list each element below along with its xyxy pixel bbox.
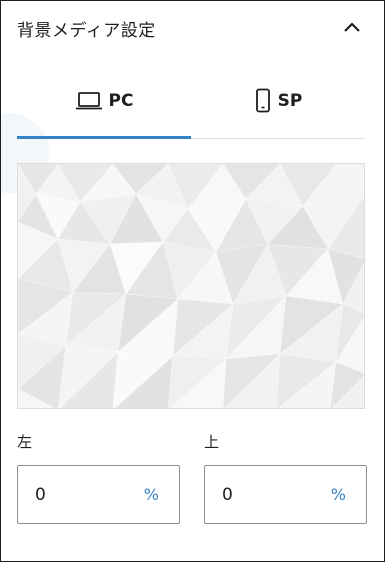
left-position-input[interactable] xyxy=(35,484,115,505)
top-position-label: 上 xyxy=(204,433,220,451)
tab-pc-label: PC xyxy=(108,90,134,111)
laptop-icon xyxy=(75,91,103,111)
panel-header[interactable]: 背景メディア設定 xyxy=(1,1,384,53)
top-position-field[interactable]: % xyxy=(204,465,367,524)
smartphone-icon xyxy=(254,88,272,114)
left-unit-label: % xyxy=(143,485,159,504)
tab-sp-label: SP xyxy=(277,90,303,111)
tab-pc[interactable]: PC xyxy=(17,63,191,139)
top-unit-label: % xyxy=(330,485,346,504)
low-poly-pattern xyxy=(18,164,364,408)
tab-sp[interactable]: SP xyxy=(191,63,365,138)
collapse-button[interactable] xyxy=(340,15,364,39)
top-position-input[interactable] xyxy=(222,484,302,505)
panel-title: 背景メディア設定 xyxy=(17,20,156,41)
media-preview-image[interactable] xyxy=(17,163,365,409)
device-tabs: PC SP xyxy=(17,63,365,139)
left-position-field[interactable]: % xyxy=(17,465,180,524)
chevron-up-icon xyxy=(344,22,360,32)
left-position-label: 左 xyxy=(17,433,33,451)
background-media-settings-panel: 背景メディア設定 PC SP 左 上 0 % 0 % xyxy=(0,0,385,562)
